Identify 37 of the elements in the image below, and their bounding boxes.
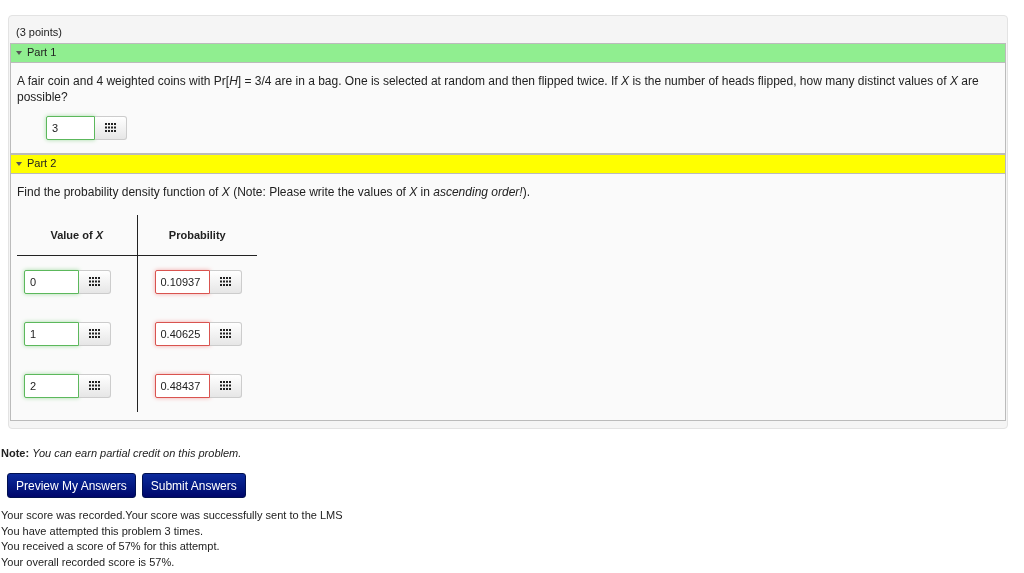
submit-button[interactable]: Preview My Answers: [7, 473, 136, 498]
grid-icon: [105, 123, 116, 132]
equation-editor-button[interactable]: [79, 321, 111, 346]
answer-field[interactable]: 0: [24, 269, 79, 294]
status-message: You received a score of 57% for this attempt.: [1, 539, 221, 554]
equation-editor-button[interactable]: [209, 321, 242, 346]
equation-editor-button[interactable]: [79, 269, 111, 294]
grid-icon: [89, 381, 100, 390]
equation-editor-button[interactable]: [209, 269, 242, 294]
points-label: (3 points): [15, 25, 63, 40]
answer-field[interactable]: 0.40625: [154, 321, 210, 346]
grid-icon: [219, 381, 231, 390]
grid-icon: [219, 329, 231, 338]
grid-icon: [89, 329, 100, 338]
grid-icon: [219, 277, 231, 287]
answer-field[interactable]: 2: [24, 373, 79, 398]
status-message: You have attempted this problem 3 times.: [1, 523, 204, 539]
question-text: Find the probability density function of X (Note: Please write the values of X in ascending order!).: [17, 183, 531, 200]
question-text: A fair coin and 4 weighted coins with Pr[H] = 3/4 are in a bag. One is selected at random and then flipped twice. If X is the number of heads flipped, how many distinct values of X are possible?: [17, 72, 980, 105]
column-header: Value of X: [17, 214, 137, 256]
note-text: Note: You can earn partial credit on this problem.: [1, 446, 243, 460]
caret-icon: [16, 161, 22, 166]
part-header[interactable]: Part 2: [10, 153, 1006, 174]
equation-editor-button[interactable]: [95, 115, 127, 140]
grid-icon: [89, 277, 100, 287]
answer-field[interactable]: 3: [46, 115, 95, 140]
equation-editor-button[interactable]: [209, 373, 242, 398]
answer-field[interactable]: 0.48437: [154, 373, 210, 398]
answer-field[interactable]: 0.10937: [154, 269, 210, 294]
caret-icon: [16, 50, 22, 55]
equation-editor-button[interactable]: [79, 373, 111, 398]
status-message: Your score was recorded.Your score was successfully sent to the LMS: [1, 508, 344, 523]
part-header[interactable]: Part 1: [10, 42, 1006, 63]
status-message: Your overall recorded score is 57%.: [1, 554, 176, 570]
submit-button[interactable]: Submit Answers: [141, 473, 246, 498]
answer-field[interactable]: 1: [24, 321, 79, 346]
column-header: Probability: [137, 214, 257, 256]
